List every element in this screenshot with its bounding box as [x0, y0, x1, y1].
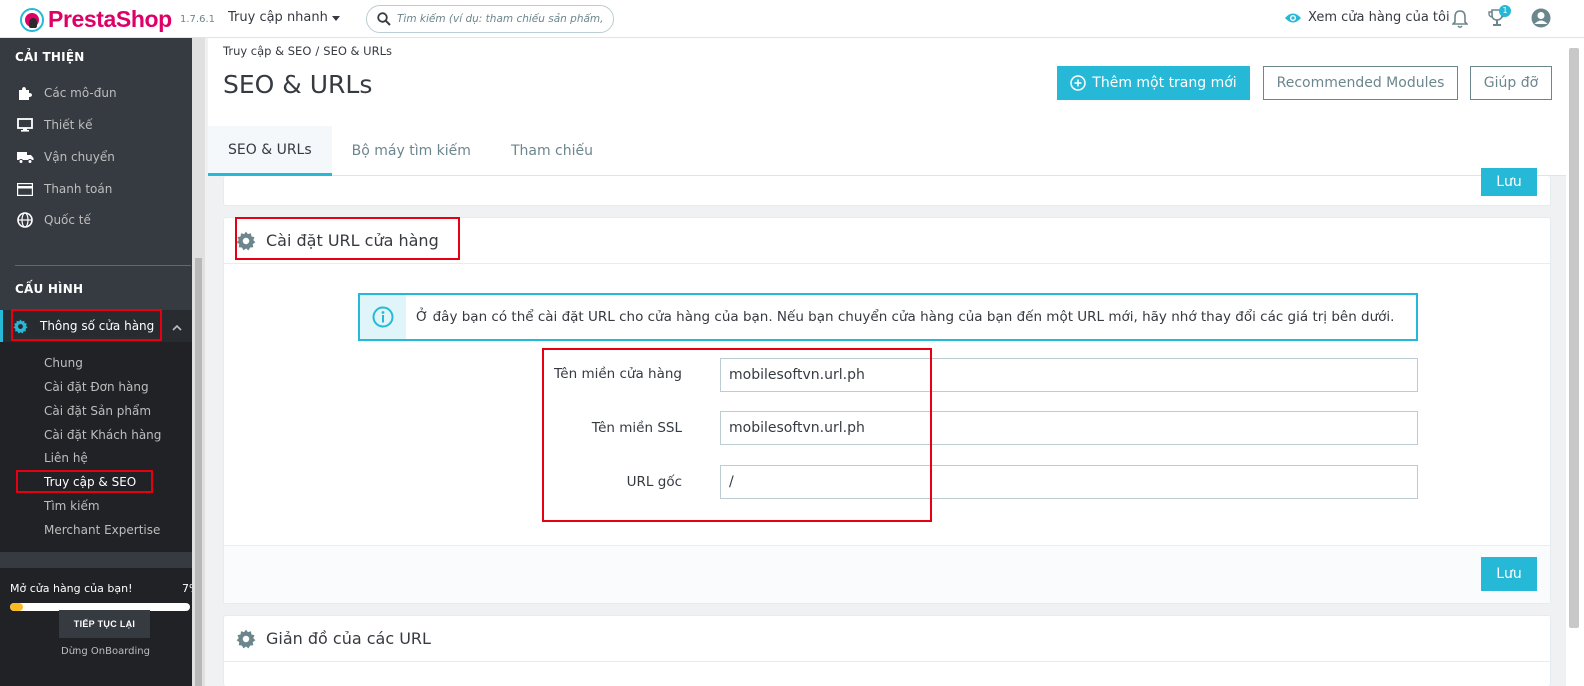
save-button-top[interactable]: Lưu	[1481, 168, 1537, 196]
search-input[interactable]	[397, 13, 603, 25]
tab-search-engines[interactable]: Bộ máy tìm kiếm	[332, 126, 491, 176]
onboarding-text: Mở cửa hàng của bạn!	[10, 582, 133, 595]
sidebar-item-design[interactable]: Thiết kế	[0, 111, 192, 139]
onboarding-percent: 7%	[182, 582, 192, 595]
submenu-item-customer-settings[interactable]: Cài đặt Khách hàng	[44, 428, 161, 442]
view-shop-label: Xem cửa hàng của tôi	[1308, 10, 1450, 25]
add-new-page-button[interactable]: Thêm một trang mới	[1057, 66, 1250, 100]
onboarding-widget: Mở cửa hàng của bạn! 7% TIẾP TỤC LẠI Dừn…	[0, 568, 192, 686]
page-tabs: SEO & URLs Bộ máy tìm kiếm Tham chiếu	[208, 126, 613, 176]
save-button[interactable]: Lưu	[1481, 557, 1537, 591]
submenu-item-product-settings[interactable]: Cài đặt Sản phẩm	[44, 404, 151, 418]
chevron-down-icon	[331, 16, 340, 21]
puffin-logo-icon	[20, 7, 44, 32]
sidebar-item-payment[interactable]: Thanh toán	[0, 175, 192, 203]
sidebar-item-shop-parameters[interactable]: Thông số cửa hàng	[0, 310, 192, 342]
page-title: SEO & URLs	[223, 70, 373, 99]
submenu-item-merchant-expertise[interactable]: Merchant Expertise	[44, 523, 160, 537]
previous-panel: Lưu	[223, 168, 1551, 206]
sidebar-item-label: Quốc tế	[44, 213, 91, 227]
breadcrumb-item[interactable]: Truy cập & SEO	[223, 44, 311, 58]
gear-icon	[236, 629, 256, 649]
panel-title: Cài đặt URL cửa hàng	[266, 231, 439, 250]
quick-access-dropdown[interactable]: Truy cập nhanh	[228, 10, 340, 25]
ssl-domain-input[interactable]	[720, 411, 1418, 445]
credit-card-icon	[16, 181, 34, 197]
info-icon	[360, 295, 406, 339]
submenu-item-general[interactable]: Chung	[44, 356, 83, 370]
top-header: PrestaShop 1.7.6.1 Truy cập nhanh Xem cử…	[0, 0, 1584, 38]
info-alert: Ở đây bạn có thể cài đặt URL cho cửa hàn…	[358, 293, 1418, 341]
sidebar-scrollbar-thumb[interactable]	[195, 258, 202, 686]
breadcrumb: Truy cập & SEO / SEO & URLs	[223, 44, 392, 58]
submenu-item-order-settings[interactable]: Cài đặt Đơn hàng	[44, 380, 149, 394]
sidebar-submenu: Chung Cài đặt Đơn hàng Cài đặt Sản phẩm …	[0, 342, 192, 552]
help-button[interactable]: Giúp đỡ	[1470, 66, 1552, 100]
logo-text: PrestaShop	[48, 6, 172, 32]
prestashop-logo[interactable]: PrestaShop	[20, 6, 172, 33]
breadcrumb-separator: /	[315, 44, 320, 58]
puzzle-icon	[16, 85, 34, 101]
version-label: 1.7.6.1	[180, 14, 215, 25]
panel-title: Giản đồ của các URL	[266, 629, 431, 648]
globe-icon	[16, 212, 34, 228]
page-header: Truy cập & SEO / SEO & URLs SEO & URLs T…	[208, 38, 1566, 176]
sidebar-item-label: Thanh toán	[44, 182, 113, 196]
sidebar-item-modules[interactable]: Các mô-đun	[0, 79, 192, 107]
sidebar: CẢI THIỆN Các mô-đun Thiết kế Vận chuyển…	[0, 38, 192, 686]
gear-icon	[236, 231, 256, 251]
plus-circle-icon	[1070, 75, 1087, 91]
recommended-modules-button[interactable]: Recommended Modules	[1263, 66, 1458, 100]
tab-seo-urls[interactable]: SEO & URLs	[208, 126, 332, 176]
shop-domain-input[interactable]	[720, 358, 1418, 392]
sidebar-heading-config: CẤU HÌNH	[15, 282, 84, 296]
sidebar-heading-improve: CẢI THIỆN	[15, 50, 85, 64]
onboarding-progress-fill	[10, 603, 23, 611]
main-scrollbar-thumb[interactable]	[1569, 48, 1579, 628]
sidebar-item-shipping[interactable]: Vận chuyển	[0, 143, 192, 171]
panel-header: Cài đặt URL cửa hàng	[224, 218, 1550, 264]
user-account-icon[interactable]	[1531, 8, 1551, 32]
search-box[interactable]	[366, 5, 614, 33]
gear-icon	[13, 318, 28, 334]
tab-referrers[interactable]: Tham chiếu	[491, 126, 613, 176]
notification-badge: 1	[1499, 5, 1511, 17]
sidebar-divider	[15, 265, 191, 266]
truck-icon	[16, 149, 34, 165]
view-shop-link[interactable]: Xem cửa hàng của tôi	[1284, 10, 1450, 25]
submenu-item-traffic-seo[interactable]: Truy cập & SEO	[44, 475, 136, 489]
base-url-input[interactable]	[720, 465, 1418, 499]
sidebar-item-international[interactable]: Quốc tế	[0, 206, 192, 234]
continue-onboarding-button[interactable]: TIẾP TỤC LẠI	[59, 610, 150, 638]
sidebar-item-label: Vận chuyển	[44, 150, 115, 164]
stop-onboarding-link[interactable]: Dừng OnBoarding	[61, 646, 150, 657]
monitor-icon	[16, 117, 34, 133]
submenu-item-contacts[interactable]: Liên hệ	[44, 451, 88, 465]
sidebar-item-label: Các mô-đun	[44, 86, 117, 100]
breadcrumb-item[interactable]: SEO & URLs	[323, 44, 392, 58]
shop-domain-label: Tên miền cửa hàng	[553, 366, 682, 382]
url-schema-panel: Giản đồ của các URL	[223, 615, 1551, 686]
chevron-up-icon	[172, 320, 182, 334]
submenu-item-search[interactable]: Tìm kiếm	[44, 499, 100, 513]
eye-icon	[1285, 13, 1301, 22]
info-alert-text: Ở đây bạn có thể cài đặt URL cho cửa hàn…	[416, 309, 1395, 325]
base-url-label: URL gốc	[626, 474, 682, 490]
add-new-page-label: Thêm một trang mới	[1092, 75, 1237, 91]
sidebar-item-label: Thiết kế	[44, 118, 93, 132]
ssl-domain-label: Tên miền SSL	[591, 420, 682, 436]
search-icon	[377, 12, 391, 26]
panel-header: Giản đồ của các URL	[224, 616, 1550, 662]
panel-footer: Lưu	[224, 545, 1550, 603]
quick-access-label: Truy cập nhanh	[228, 10, 328, 25]
notifications-bell-icon[interactable]	[1451, 9, 1469, 33]
sidebar-active-label: Thông số cửa hàng	[40, 319, 155, 333]
